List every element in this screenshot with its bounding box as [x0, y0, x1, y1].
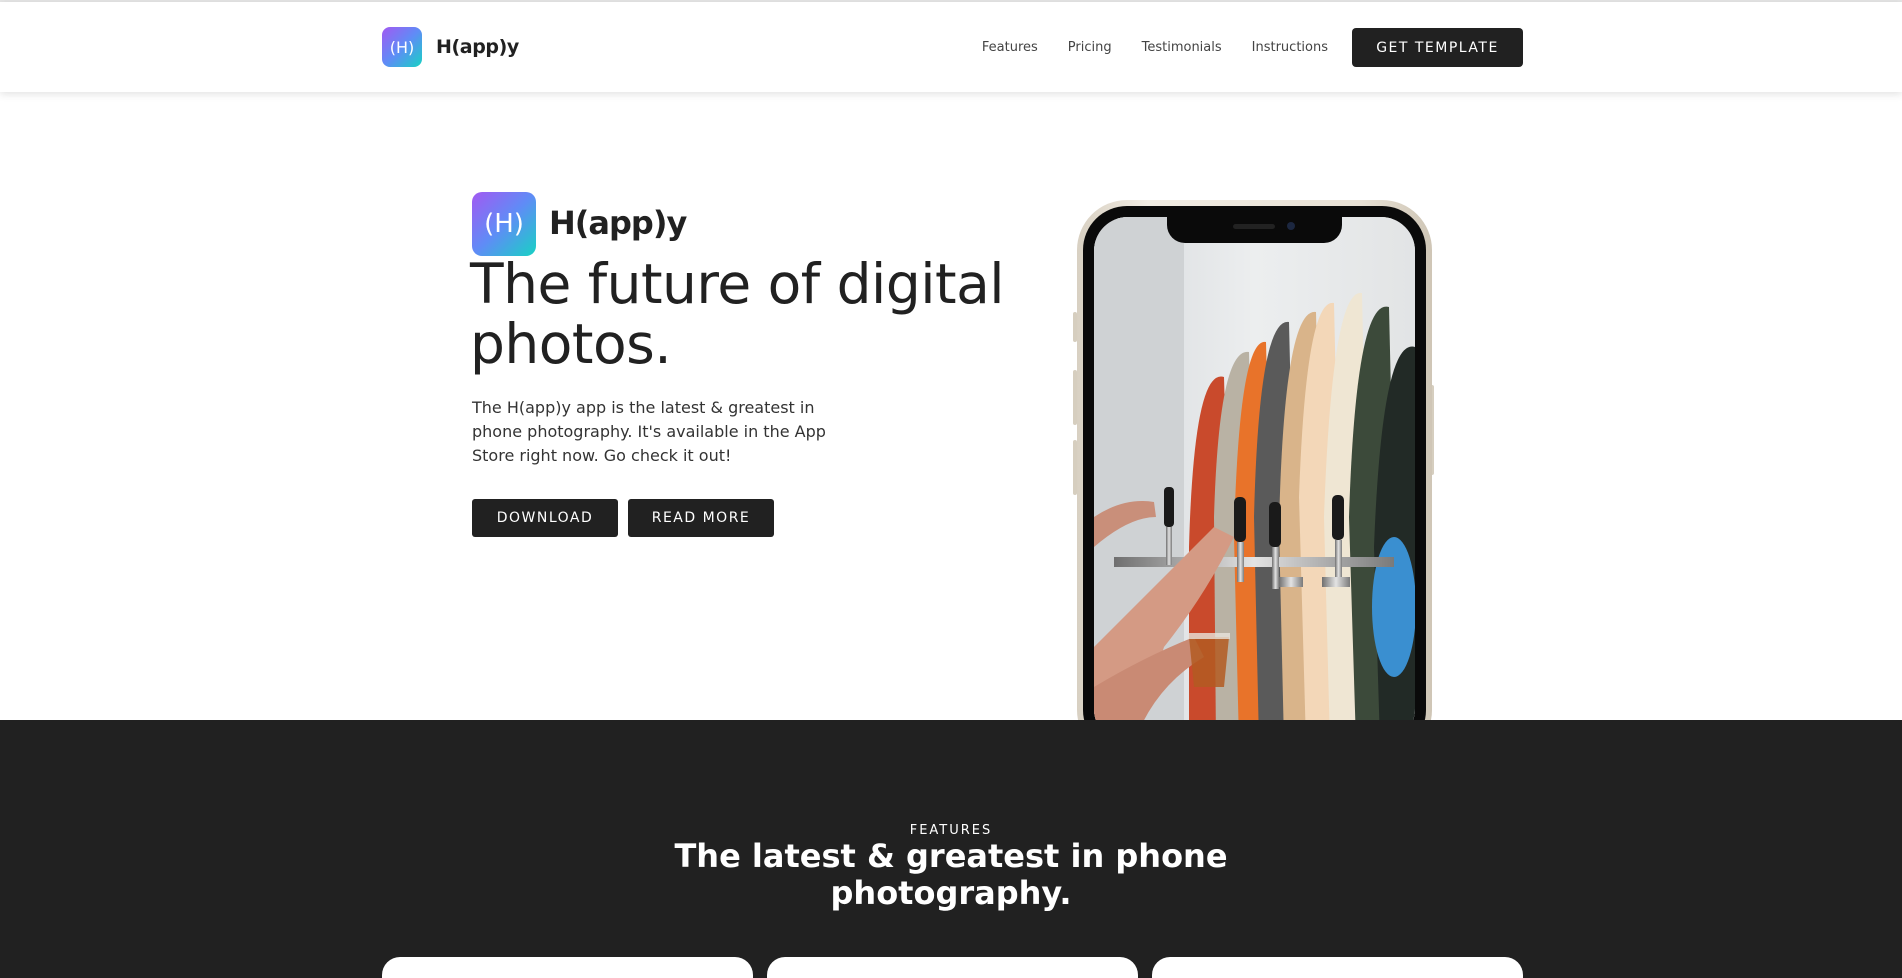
hero-logo-text: (H)	[484, 209, 524, 239]
nav-link-testimonials[interactable]: Testimonials	[1142, 40, 1222, 55]
phone-screen-photo	[1094, 217, 1415, 743]
feature-card	[1152, 957, 1523, 978]
nav-link-pricing[interactable]: Pricing	[1068, 40, 1112, 55]
hero-brand-name: H(app)y	[549, 204, 687, 242]
features-title: The latest & greatest in phone photograp…	[674, 837, 1228, 912]
phone-notch	[1167, 217, 1342, 243]
nav-links: Features Pricing Testimonials Instructio…	[982, 40, 1328, 55]
phone-camera	[1287, 222, 1295, 230]
logo-icon[interactable]: (H)	[382, 27, 422, 67]
navbar: (H) H(app)y Features Pricing Testimonial…	[0, 2, 1902, 92]
feature-card	[382, 957, 753, 978]
get-template-button[interactable]: GET TEMPLATE	[1352, 28, 1523, 67]
hero-logo-icon: (H)	[472, 192, 536, 256]
hero-description: The H(app)y app is the latest & greatest…	[472, 398, 826, 465]
nav-link-features[interactable]: Features	[982, 40, 1038, 55]
brand-name[interactable]: H(app)y	[436, 36, 519, 58]
feature-card	[767, 957, 1138, 978]
phone-mockup	[1077, 200, 1432, 760]
hero-title: The future of digital photos.	[470, 252, 1005, 376]
logo-text: (H)	[389, 37, 415, 57]
features-kicker: FEATURES	[909, 823, 993, 838]
phone-bezel	[1083, 206, 1426, 754]
nav-link-instructions[interactable]: Instructions	[1252, 40, 1328, 55]
read-more-button[interactable]: READ MORE	[628, 499, 774, 537]
phone-speaker	[1233, 224, 1275, 229]
download-button[interactable]: DOWNLOAD	[472, 499, 618, 537]
beer-taps-photo	[1094, 217, 1415, 743]
